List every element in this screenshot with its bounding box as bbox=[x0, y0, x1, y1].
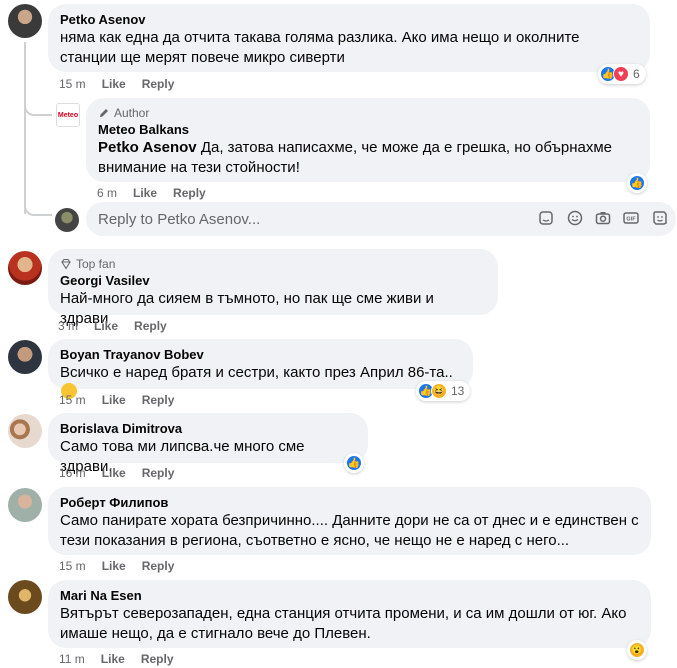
reply-button[interactable]: Reply bbox=[142, 77, 175, 91]
wow-icon: 😮 bbox=[629, 642, 645, 658]
comment-author[interactable]: Boyan Trayanov Bobev bbox=[60, 347, 461, 363]
like-icon: 👍 bbox=[346, 455, 362, 471]
like-button[interactable]: Like bbox=[102, 393, 126, 407]
comment-time[interactable]: 15 m bbox=[59, 77, 86, 91]
current-user-avatar[interactable] bbox=[55, 208, 79, 232]
comment-author[interactable]: Georgi Vasilev bbox=[60, 273, 486, 289]
avatar[interactable] bbox=[8, 251, 42, 285]
like-button[interactable]: Like bbox=[102, 77, 126, 91]
reaction-summary[interactable]: 😮 bbox=[627, 640, 647, 660]
diamond-icon bbox=[61, 258, 71, 270]
author-badge: Author bbox=[98, 106, 638, 120]
reply-button[interactable]: Reply bbox=[142, 393, 175, 407]
top-fan-label: Top fan bbox=[76, 257, 116, 271]
comment-time[interactable]: 6 m bbox=[97, 186, 117, 200]
comment-actions: 3 m Like Reply bbox=[58, 319, 167, 333]
comment-author[interactable]: Petko Asenov bbox=[60, 12, 638, 28]
reply-button[interactable]: Reply bbox=[134, 319, 167, 333]
reaction-summary[interactable]: 👍 bbox=[627, 173, 647, 193]
comment-author[interactable]: Роберт Филипов bbox=[60, 495, 639, 511]
thread-line bbox=[24, 42, 26, 214]
reaction-count: 13 bbox=[451, 384, 465, 398]
reaction-count: 6 bbox=[633, 67, 640, 81]
comment-body: Всичко е наред братя и сестри, както пре… bbox=[60, 364, 453, 381]
comment-time[interactable]: 3 m bbox=[58, 319, 78, 333]
comment-bubble: Borislava Dimitrova Само това ми липсва.… bbox=[48, 413, 368, 475]
like-button[interactable]: Like bbox=[102, 559, 126, 573]
camera-icon[interactable] bbox=[595, 210, 611, 226]
pencil-icon bbox=[100, 109, 108, 117]
comment-bubble: Роберт Филипов Само панирате хората безп… bbox=[48, 487, 651, 555]
comment-time[interactable]: 11 m bbox=[59, 652, 85, 666]
comment-text: няма как една да отчита такава голяма ра… bbox=[60, 29, 580, 66]
comment-text: Само панирате хората безпричинно.... Дан… bbox=[60, 512, 639, 549]
avatar[interactable] bbox=[8, 4, 42, 38]
comment-bubble: Petko Asenov няма как една да отчита так… bbox=[48, 4, 650, 72]
comment-actions: 15 m Like Reply bbox=[59, 559, 174, 573]
avatar-sticker-icon[interactable] bbox=[652, 210, 668, 226]
comment-actions: 15 m Like Reply bbox=[59, 77, 174, 91]
comment-bubble: Boyan Trayanov Bobev Всичко е наред брат… bbox=[48, 339, 473, 399]
comment-actions: 15 m Like Reply bbox=[59, 393, 174, 407]
reaction-summary[interactable]: 👍 bbox=[344, 453, 364, 473]
reply-button[interactable]: Reply bbox=[142, 466, 175, 480]
comment-time[interactable]: 15 m bbox=[59, 559, 86, 573]
comment-author[interactable]: Meteo Balkans bbox=[98, 122, 638, 138]
comment-bubble: Top fan Georgi Vasilev Най-много да сияе… bbox=[48, 249, 498, 327]
gif-icon[interactable]: GIF bbox=[623, 210, 639, 226]
haha-icon: 😆 bbox=[431, 383, 447, 399]
comment-author[interactable]: Borislava Dimitrova bbox=[60, 421, 356, 437]
like-button[interactable]: Like bbox=[133, 186, 157, 200]
author-badge-label: Author bbox=[114, 106, 150, 120]
emoji-icon[interactable] bbox=[567, 210, 583, 226]
like-button[interactable]: Like bbox=[102, 466, 126, 480]
reaction-summary[interactable]: 👍 😆 13 bbox=[416, 381, 471, 401]
like-icon: 👍 bbox=[629, 175, 645, 191]
avatar[interactable] bbox=[8, 340, 42, 374]
love-icon: ♥ bbox=[613, 66, 629, 82]
top-fan-badge: Top fan bbox=[60, 257, 486, 271]
reply-button[interactable]: Reply bbox=[173, 186, 206, 200]
avatar[interactable] bbox=[8, 580, 42, 614]
like-button[interactable]: Like bbox=[101, 652, 125, 666]
comment-actions: 16 m Like Reply bbox=[59, 466, 174, 480]
page-logo[interactable]: Meteo bbox=[56, 103, 80, 127]
avatar[interactable] bbox=[8, 488, 42, 522]
comment-text: Вятърът северозападен, една станция отчи… bbox=[60, 605, 627, 642]
reply-button[interactable]: Reply bbox=[141, 652, 174, 666]
comment-time[interactable]: 16 m bbox=[59, 466, 86, 480]
reply-placeholder: Reply to Petko Asenov... bbox=[98, 211, 261, 228]
svg-text:GIF: GIF bbox=[626, 217, 636, 223]
like-button[interactable]: Like bbox=[94, 319, 118, 333]
reply-input[interactable]: Reply to Petko Asenov... GIF bbox=[86, 202, 676, 236]
comment-text: Petko Asenov Да, затова написахме, че мо… bbox=[98, 138, 638, 178]
reply-button[interactable]: Reply bbox=[142, 559, 175, 573]
logo-text: Meteo bbox=[57, 111, 79, 119]
thread-branch bbox=[24, 196, 52, 216]
comment-actions: 6 m Like Reply bbox=[97, 186, 206, 200]
comment-bubble: Author Meteo Balkans Petko Asenov Да, за… bbox=[86, 98, 650, 182]
comment-time[interactable]: 15 m bbox=[59, 393, 86, 407]
mention-link[interactable]: Petko Asenov bbox=[98, 139, 197, 156]
thread-branch bbox=[24, 96, 52, 116]
comment-bubble: Mari Na Esen Вятърът северозападен, една… bbox=[48, 580, 651, 648]
reaction-summary[interactable]: 👍 ♥ 6 bbox=[598, 64, 646, 84]
comment-author[interactable]: Mari Na Esen bbox=[60, 588, 639, 604]
sticker-icon[interactable] bbox=[538, 210, 554, 226]
comment-actions: 11 m Like Reply bbox=[59, 652, 174, 666]
avatar[interactable] bbox=[8, 414, 42, 448]
